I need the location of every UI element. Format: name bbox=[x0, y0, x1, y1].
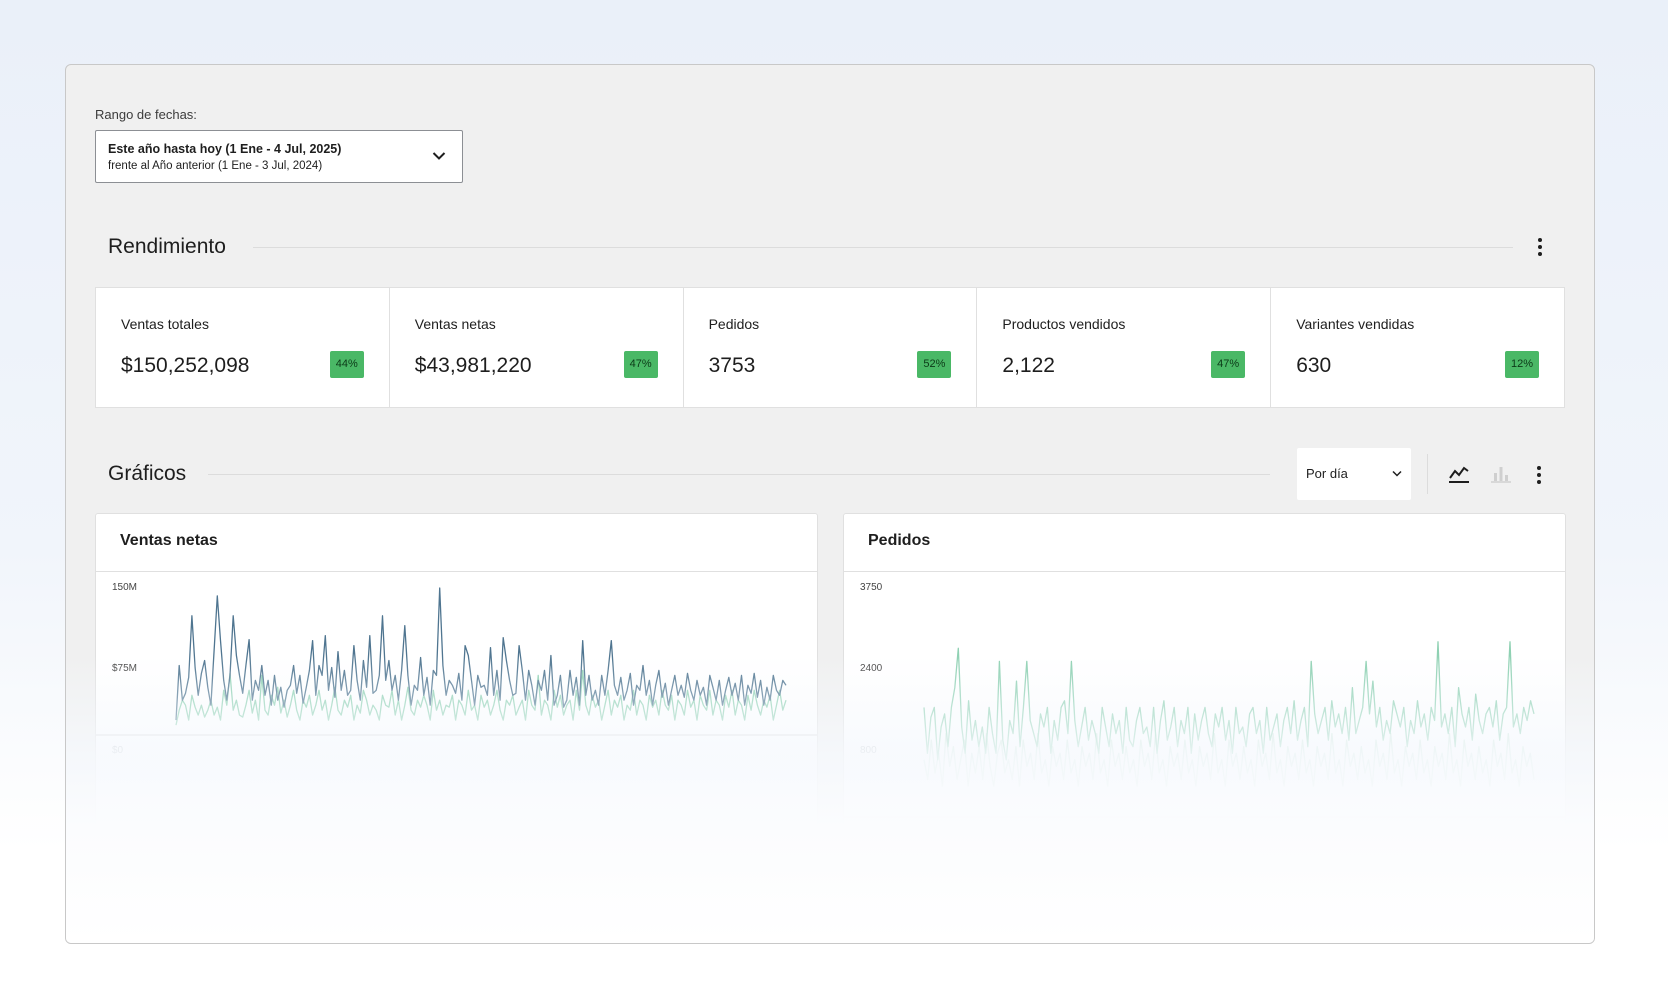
series-line bbox=[923, 732, 1535, 787]
orders-chart: 3750 2400 800 0 Ene 2025 Feb Mar Abr May Jun Jul bbox=[844, 582, 1565, 849]
kpi-value: 630 bbox=[1296, 354, 1332, 377]
date-range-comparison: frente al Año anterior (1 Ene - 3 Jul, 2… bbox=[108, 160, 323, 172]
section-divider bbox=[208, 474, 1270, 475]
kpi-change-badge: 52% bbox=[917, 351, 952, 378]
x-tick-label: Jul bbox=[1532, 826, 1545, 837]
interval-select[interactable]: Por día bbox=[1297, 448, 1411, 500]
dashboard-panel: Rango de fechas: Este año hasta hoy (1 E… bbox=[65, 64, 1595, 944]
y-tick-label: -$75M bbox=[112, 826, 140, 837]
x-tick-label: Mar bbox=[377, 826, 395, 837]
chevron-down-icon bbox=[432, 152, 446, 160]
chart-card-orders: Pedidos 3750 2400 800 0 Ene 2025 Feb Mar Abr May J… bbox=[843, 513, 1566, 943]
line-chart-icon[interactable] bbox=[1443, 458, 1475, 490]
performance-title: Rendimiento bbox=[108, 235, 226, 258]
x-tick-label: Jun bbox=[682, 826, 698, 837]
y-tick-label: 0 bbox=[860, 826, 866, 837]
date-range-label: Rango de fechas: bbox=[95, 107, 197, 122]
kpi-value: $43,981,220 bbox=[414, 354, 532, 377]
y-tick-label: 800 bbox=[860, 745, 877, 756]
x-tick-label: Feb bbox=[276, 826, 294, 837]
kpi-label: Ventas totales bbox=[121, 316, 209, 332]
kpi-value: 3753 bbox=[708, 354, 756, 377]
toolbar-separator bbox=[1427, 454, 1428, 494]
chart-card-net-sales: Ventas netas 150M $75M $0 -$75M Ene 2025 Feb Ma… bbox=[95, 513, 818, 943]
x-tick-label: Ene 2025 bbox=[922, 826, 945, 849]
kpi-change-badge: 12% bbox=[1504, 351, 1539, 378]
x-tick-label: Ene 2025 bbox=[174, 826, 197, 849]
x-tick-label: Abr bbox=[1227, 826, 1243, 837]
y-tick-label: 3750 bbox=[860, 582, 883, 593]
charts-title: Gráficos bbox=[108, 462, 187, 485]
x-tick-label: Jul bbox=[784, 826, 797, 837]
x-tick-label: Mar bbox=[1125, 826, 1143, 837]
chevron-down-icon bbox=[1392, 470, 1402, 477]
charts-more-icon[interactable] bbox=[1529, 463, 1549, 487]
chart-title: Pedidos bbox=[868, 532, 931, 549]
kpi-change-badge: 44% bbox=[329, 351, 364, 378]
kpi-tile[interactable]: Productos vendidos 2,122 47% bbox=[977, 288, 1272, 407]
performance-header: Rendimiento bbox=[95, 232, 1565, 262]
net-sales-chart: 150M $75M $0 -$75M Ene 2025 Feb Mar Abr May Jun Jul bbox=[96, 582, 817, 849]
chart-title: Ventas netas bbox=[120, 532, 218, 549]
kpi-change-badge: 47% bbox=[1211, 351, 1246, 378]
kpi-value: $150,252,098 bbox=[121, 354, 250, 377]
x-tick-label: Abr bbox=[479, 826, 495, 837]
kpi-label: Variantes vendidas bbox=[1296, 316, 1415, 332]
kpi-value: 2,122 bbox=[1002, 354, 1055, 377]
interval-label: Por día bbox=[1306, 466, 1348, 481]
performance-more-icon[interactable] bbox=[1530, 235, 1550, 259]
y-tick-label: $0 bbox=[112, 745, 124, 756]
y-tick-label: $75M bbox=[112, 663, 137, 674]
kpi-row: Ventas totales $150,252,098 44% Ventas n… bbox=[95, 287, 1565, 408]
date-range-select[interactable]: Este año hasta hoy (1 Ene - 4 Jul, 2025)… bbox=[95, 130, 463, 183]
kpi-tile[interactable]: Ventas netas $43,981,220 47% bbox=[390, 288, 684, 407]
x-tick-label: May bbox=[581, 826, 600, 837]
kpi-label: Productos vendidos bbox=[1002, 316, 1126, 332]
y-tick-label: 150M bbox=[112, 582, 137, 593]
bar-chart-icon[interactable] bbox=[1485, 458, 1517, 490]
kpi-tile[interactable]: Ventas totales $150,252,098 44% bbox=[96, 288, 390, 407]
kpi-label: Ventas netas bbox=[414, 316, 496, 332]
date-range-primary: Este año hasta hoy (1 Ene - 4 Jul, 2025) bbox=[108, 142, 342, 156]
y-tick-label: 2400 bbox=[860, 663, 883, 674]
kpi-label: Pedidos bbox=[708, 316, 760, 332]
x-tick-label: May bbox=[1329, 826, 1348, 837]
kpi-tile[interactable]: Pedidos 3753 52% bbox=[684, 288, 978, 407]
kpi-tile[interactable]: Variantes vendidas 630 12% bbox=[1271, 288, 1564, 407]
kpi-change-badge: 47% bbox=[623, 351, 658, 378]
section-divider bbox=[253, 247, 1513, 248]
x-tick-label: Jun bbox=[1430, 826, 1446, 837]
x-tick-label: Feb bbox=[1024, 826, 1042, 837]
